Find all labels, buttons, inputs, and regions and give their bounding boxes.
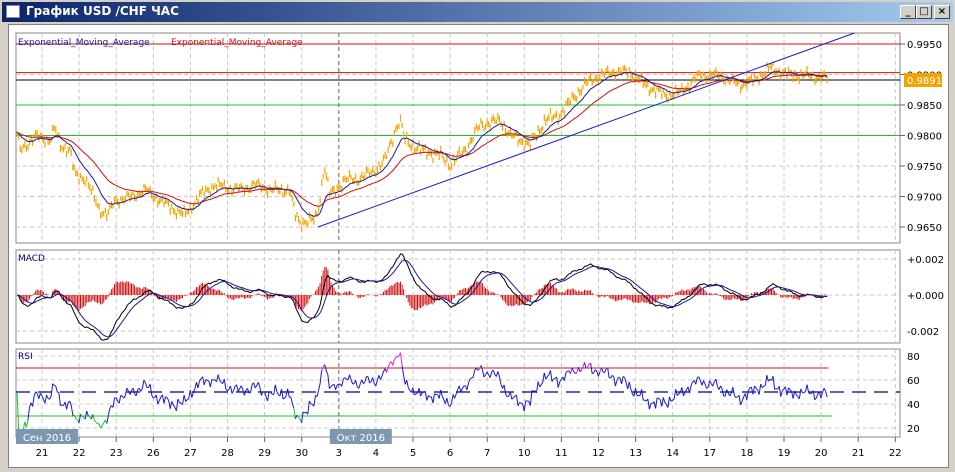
rsi-segment	[120, 395, 123, 397]
x-tick-label: 13	[629, 448, 642, 459]
rsi-label: RSI	[18, 352, 33, 362]
x-tick-label: 3	[336, 448, 342, 459]
rsi-segment	[57, 391, 60, 394]
rsi-axis-label: 40	[907, 400, 920, 411]
panel-frame-rsi	[15, 348, 901, 438]
x-tick-label: 17	[703, 448, 716, 459]
chart-svg[interactable]: 21 22 23 26 27 28 29 30 3 4 5 6 7 10 11 12 13 14 17 18 19 20 2…	[0, 0, 955, 472]
rsi-segment	[519, 401, 522, 404]
rsi-segment	[152, 396, 155, 399]
x-tick-label: 20	[815, 448, 828, 459]
x-tick-label: 27	[184, 448, 197, 459]
x-tick-label: 4	[373, 448, 379, 459]
rsi-segment	[520, 402, 523, 405]
x-tick-label: 10	[518, 448, 531, 459]
macd-axis-label: +0.000	[907, 291, 944, 302]
x-tick-label: 28	[221, 448, 234, 459]
month-label: Окт 2016	[337, 433, 385, 444]
x-tick-label: 19	[778, 448, 791, 459]
rsi-segment	[471, 376, 474, 379]
x-tick-label: 29	[258, 448, 271, 459]
x-tick-label: 5	[410, 448, 416, 459]
x-tick-label: 7	[484, 448, 490, 459]
x-tick-label: 18	[741, 448, 754, 459]
macd-axis-label: +0.002	[907, 255, 944, 266]
x-tick-label: 22	[889, 448, 902, 459]
rsi-segment	[506, 395, 509, 398]
x-tick-label: 30	[295, 448, 308, 459]
x-tick-label: 21	[36, 448, 49, 459]
price-axis-label: 0.9800	[907, 132, 942, 143]
x-tick-label: 21	[852, 448, 865, 459]
x-tick-label: 12	[592, 448, 605, 459]
macd-label: MACD	[18, 254, 45, 264]
price-axis-label: 0.9850	[907, 101, 942, 112]
x-tick-label: 23	[110, 448, 123, 459]
current-price-label: 0.9891	[907, 76, 942, 87]
legend-ema-fast: Exponential_Moving_Average	[18, 38, 150, 48]
x-tick-label: 22	[73, 448, 86, 459]
x-tick-label: 14	[666, 448, 679, 459]
price-axis-label: 0.9700	[907, 193, 942, 204]
x-tick-label: 26	[147, 448, 160, 459]
rsi-segment	[809, 392, 812, 395]
price-axis-label: 0.9650	[907, 223, 942, 234]
panel-frame-macd	[15, 249, 901, 344]
rsi-segment	[618, 376, 621, 379]
legend-ema-slow: Exponential_Moving_Average	[171, 38, 303, 48]
rsi-axis-label: 60	[907, 376, 920, 387]
rsi-axis-label: 20	[907, 424, 920, 435]
x-tick-label: 6	[447, 448, 453, 459]
price-axis-label: 0.9750	[907, 162, 942, 173]
macd-axis-label: -0.002	[907, 327, 939, 338]
rsi-axis-label: 80	[907, 352, 920, 363]
rsi-segment	[282, 397, 285, 400]
month-label: Сен 2016	[23, 433, 71, 444]
x-tick-label: 11	[555, 448, 568, 459]
rsi-segment	[268, 391, 271, 393]
price-axis-label: 0.9950	[907, 40, 942, 51]
